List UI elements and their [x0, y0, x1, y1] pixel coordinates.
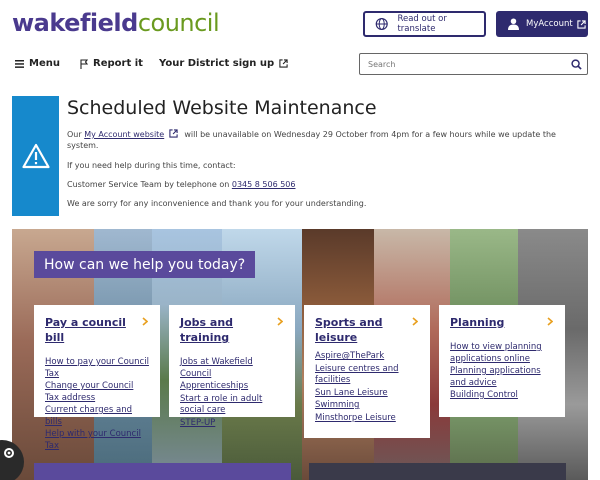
myaccount-label: MyAccount: [526, 19, 573, 29]
menu-button[interactable]: Menu: [15, 58, 60, 69]
card-link[interactable]: Aspire@ThePark: [315, 351, 420, 363]
card-title-link[interactable]: Sports and leisure: [315, 315, 405, 345]
logo-council-text: council: [137, 9, 220, 37]
card-links: How to pay your Council Tax Change your …: [45, 357, 150, 452]
card-link[interactable]: Current charges and bills: [45, 405, 150, 428]
alert-line-1: Our My Account website will be unavailab…: [67, 129, 572, 151]
card-link[interactable]: How to pay your Council Tax: [45, 357, 150, 380]
flag-icon: [80, 58, 88, 69]
card-link[interactable]: Sun Lane Leisure: [315, 388, 420, 400]
card-sports-leisure: Sports and leisure Aspire@ThePark Leisur…: [304, 305, 430, 438]
globe-icon: [375, 17, 388, 31]
card-link[interactable]: Jobs at Wakefield Council: [180, 357, 285, 380]
search-button[interactable]: [565, 54, 587, 74]
alert-line1-pre: Our: [67, 130, 82, 139]
external-link-icon: [577, 19, 586, 29]
card-jobs-training: Jobs and training Jobs at Wakefield Coun…: [169, 305, 295, 428]
alert-line-4: We are sorry for any inconvenience and t…: [67, 199, 367, 208]
read-out-translate-button[interactable]: Read out or translate: [363, 11, 486, 37]
report-it-label: Report it: [93, 58, 143, 69]
alert-line-3: Customer Service Team by telephone on 03…: [67, 179, 295, 190]
search-icon: [570, 58, 582, 70]
card-link[interactable]: STEP-UP: [180, 418, 285, 430]
menu-label: Menu: [29, 58, 60, 69]
alert-line-2: If you need help during this time, conta…: [67, 161, 236, 170]
card-link[interactable]: Change your Council Tax address: [45, 381, 150, 404]
search-box: [359, 53, 588, 75]
alert-title: Scheduled Website Maintenance: [67, 97, 377, 119]
external-link-icon: [279, 59, 288, 68]
hamburger-icon: [15, 59, 24, 68]
card-link[interactable]: Leisure centres and facilities: [315, 364, 420, 387]
card-link[interactable]: Minsthorpe Leisure: [315, 413, 420, 425]
warning-icon: [21, 143, 50, 169]
maintenance-alert: Scheduled Website Maintenance Our My Acc…: [12, 96, 588, 216]
card-title-link[interactable]: Planning: [450, 315, 540, 330]
my-account-website-link[interactable]: My Account website: [84, 130, 164, 139]
external-link-icon: [169, 129, 178, 138]
card-link[interactable]: Start a role in adult social care: [180, 394, 285, 417]
logo-wakefield-text: wakefield: [12, 9, 138, 37]
card-links: Aspire@ThePark Leisure centres and facil…: [315, 351, 420, 424]
chevron-right-icon: [547, 317, 553, 326]
card-links: Jobs at Wakefield Council Apprenticeship…: [180, 357, 285, 429]
alert-icon-bar: [12, 96, 59, 216]
district-signup-link[interactable]: Your District sign up: [159, 58, 288, 69]
gear-icon: [4, 448, 14, 458]
card-pay-council-bill: Pay a council bill How to pay your Counc…: [34, 305, 160, 451]
bottom-promo-panel: [34, 463, 291, 480]
phone-number-link[interactable]: 0345 8 506 506: [232, 180, 296, 189]
search-input[interactable]: [360, 59, 565, 69]
card-link[interactable]: How to view planning applications online: [450, 342, 555, 365]
wakefield-council-logo[interactable]: wakefieldcouncil: [12, 9, 220, 37]
site-header: wakefieldcouncil Read out or translate M…: [0, 0, 600, 48]
card-link[interactable]: Planning applications and advice: [450, 366, 555, 389]
card-links: How to view planning applications online…: [450, 342, 555, 402]
chevron-right-icon: [142, 317, 148, 326]
chevron-right-icon: [277, 317, 283, 326]
card-title-link[interactable]: Jobs and training: [180, 315, 270, 345]
bottom-promo-panel: [309, 463, 566, 480]
district-signup-label: Your District sign up: [159, 58, 275, 69]
card-planning: Planning How to view planning applicatio…: [439, 305, 565, 417]
card-link[interactable]: Swimming: [315, 400, 420, 412]
card-link[interactable]: Building Control: [450, 390, 555, 402]
chevron-right-icon: [412, 317, 418, 326]
report-it-link[interactable]: Report it: [80, 58, 143, 69]
user-icon: [508, 18, 519, 30]
alert-line3-pre: Customer Service Team by telephone on: [67, 180, 230, 189]
read-out-translate-label: Read out or translate: [397, 14, 447, 34]
hero-heading: How can we help you today?: [34, 251, 256, 278]
card-title-link[interactable]: Pay a council bill: [45, 315, 135, 345]
myaccount-button[interactable]: MyAccount: [496, 11, 588, 37]
card-link[interactable]: Help with your Council Tax: [45, 429, 150, 452]
card-link[interactable]: Apprenticeships: [180, 381, 285, 393]
